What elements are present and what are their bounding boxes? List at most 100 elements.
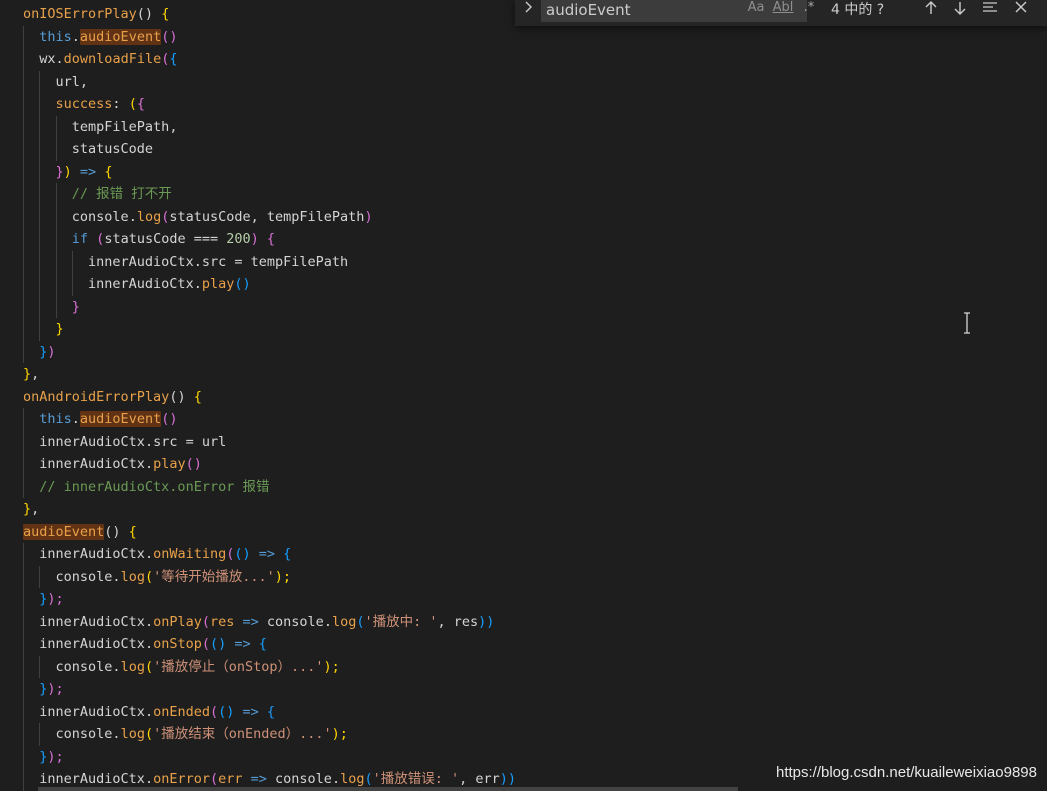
- indent-guide: [23, 340, 24, 363]
- code-token: ,: [31, 366, 40, 382]
- match-case-toggle[interactable]: Aa: [746, 0, 766, 18]
- code-token: '播放结束（onEnded）...': [153, 726, 332, 742]
- code-token: this: [39, 411, 72, 427]
- find-in-selection-icon[interactable]: [979, 0, 1001, 20]
- code-token: if: [71, 231, 89, 247]
- code-line: audioEvent() {: [23, 521, 137, 543]
- code-token: .: [71, 28, 80, 45]
- match-count: 4 中的 ?: [831, 2, 885, 18]
- code-token: 200: [226, 231, 251, 247]
- indent-guide: [39, 205, 41, 228]
- horizontal-scrollbar[interactable]: [38, 787, 738, 791]
- code-token: (): [161, 28, 178, 45]
- code-token: .: [144, 703, 154, 720]
- indent-guide: [23, 610, 24, 633]
- indent-guide: [23, 408, 24, 431]
- code-token: (): [234, 546, 251, 562]
- code-token: log: [120, 568, 145, 585]
- code-token: {: [136, 96, 145, 112]
- code-line: // innerAudioCtx.onError 报错: [23, 476, 269, 498]
- arrow-down-icon[interactable]: [949, 0, 971, 20]
- code-token: innerAudioCtx: [88, 253, 194, 270]
- code-line: this.audioEvent(): [23, 408, 177, 430]
- code-line: onIOSErrorPlay() {: [23, 3, 169, 25]
- code-line: wx.downloadFile({: [23, 48, 178, 70]
- indent-guide: [23, 318, 24, 341]
- code-token: ,: [31, 501, 40, 517]
- indent-guide: [23, 678, 24, 701]
- code-line: innerAudioCtx.onPlay(res => console.log(…: [23, 611, 494, 633]
- code-line: });: [23, 678, 64, 700]
- code-token: play: [201, 276, 235, 292]
- code-token: innerAudioCtx: [39, 433, 145, 450]
- code-token: ): [63, 163, 72, 180]
- code-token: (: [144, 726, 154, 742]
- code-token: (: [201, 636, 210, 652]
- code-token: (): [169, 388, 194, 405]
- code-token: ): [364, 208, 373, 225]
- code-token: .: [144, 771, 154, 787]
- code-token: );: [274, 568, 291, 585]
- whole-word-toggle[interactable]: Abl: [772, 0, 794, 18]
- code-token: )): [499, 771, 517, 787]
- code-token: statusCode: [71, 141, 154, 157]
- code-token: {: [169, 51, 178, 67]
- code-token: ,: [169, 118, 178, 135]
- code-token: );: [331, 726, 348, 742]
- arrow-up-icon[interactable]: [920, 0, 942, 20]
- code-token: (): [136, 6, 162, 22]
- code-token: log: [136, 208, 162, 225]
- code-token: wx: [39, 51, 56, 67]
- code-token: );: [47, 681, 64, 697]
- indent-guide: [55, 205, 57, 228]
- code-token: (): [161, 411, 178, 427]
- code-editor[interactable]: onIOSErrorPlay() { this.audioEvent() wx.…: [0, 0, 1047, 791]
- indent-guide: [39, 183, 41, 206]
- code-token: onWaiting: [153, 546, 227, 562]
- regex-toggle[interactable]: .*: [800, 0, 818, 18]
- indent-guide: [39, 723, 41, 746]
- code-token: .: [71, 411, 80, 427]
- code-line: }) => {: [23, 161, 113, 183]
- code-token: // innerAudioCtx.onError 报错: [39, 478, 270, 495]
- code-token: console: [71, 208, 129, 225]
- code-token: )): [478, 613, 495, 630]
- indent-guide: [55, 295, 57, 318]
- code-token: {: [266, 231, 276, 247]
- indent-guide: [23, 565, 24, 588]
- indent-guide: [23, 250, 24, 273]
- code-token: .: [323, 613, 332, 630]
- code-token: .: [144, 613, 154, 630]
- code-line: });: [23, 588, 63, 610]
- search-match-highlight: audioEvent: [23, 523, 105, 540]
- chevron-right-icon[interactable]: [521, 0, 537, 22]
- code-token: :: [112, 96, 129, 112]
- find-input[interactable]: audioEvent: [541, 0, 807, 22]
- code-token: console: [55, 726, 113, 742]
- code-token: .: [193, 276, 202, 292]
- code-line: tempFilePath,: [23, 116, 178, 138]
- code-token: log: [120, 658, 145, 675]
- indent-guide: [23, 138, 24, 161]
- close-icon[interactable]: [1010, 0, 1032, 20]
- code-line: innerAudioCtx.onStop(() => {: [23, 633, 267, 655]
- code-token: '播放错误: ': [372, 771, 460, 787]
- code-token: .: [112, 726, 121, 742]
- code-token: url: [55, 73, 80, 90]
- indent-guide: [23, 273, 24, 296]
- indent-guide: [39, 228, 41, 251]
- code-token: res: [210, 613, 235, 630]
- code-token: .: [55, 51, 64, 67]
- code-token: statusCode, tempFilePath: [169, 208, 365, 225]
- code-line: console.log(statusCode, tempFilePath): [23, 206, 373, 228]
- indent-guide: [39, 565, 41, 588]
- indent-guide: [39, 273, 41, 296]
